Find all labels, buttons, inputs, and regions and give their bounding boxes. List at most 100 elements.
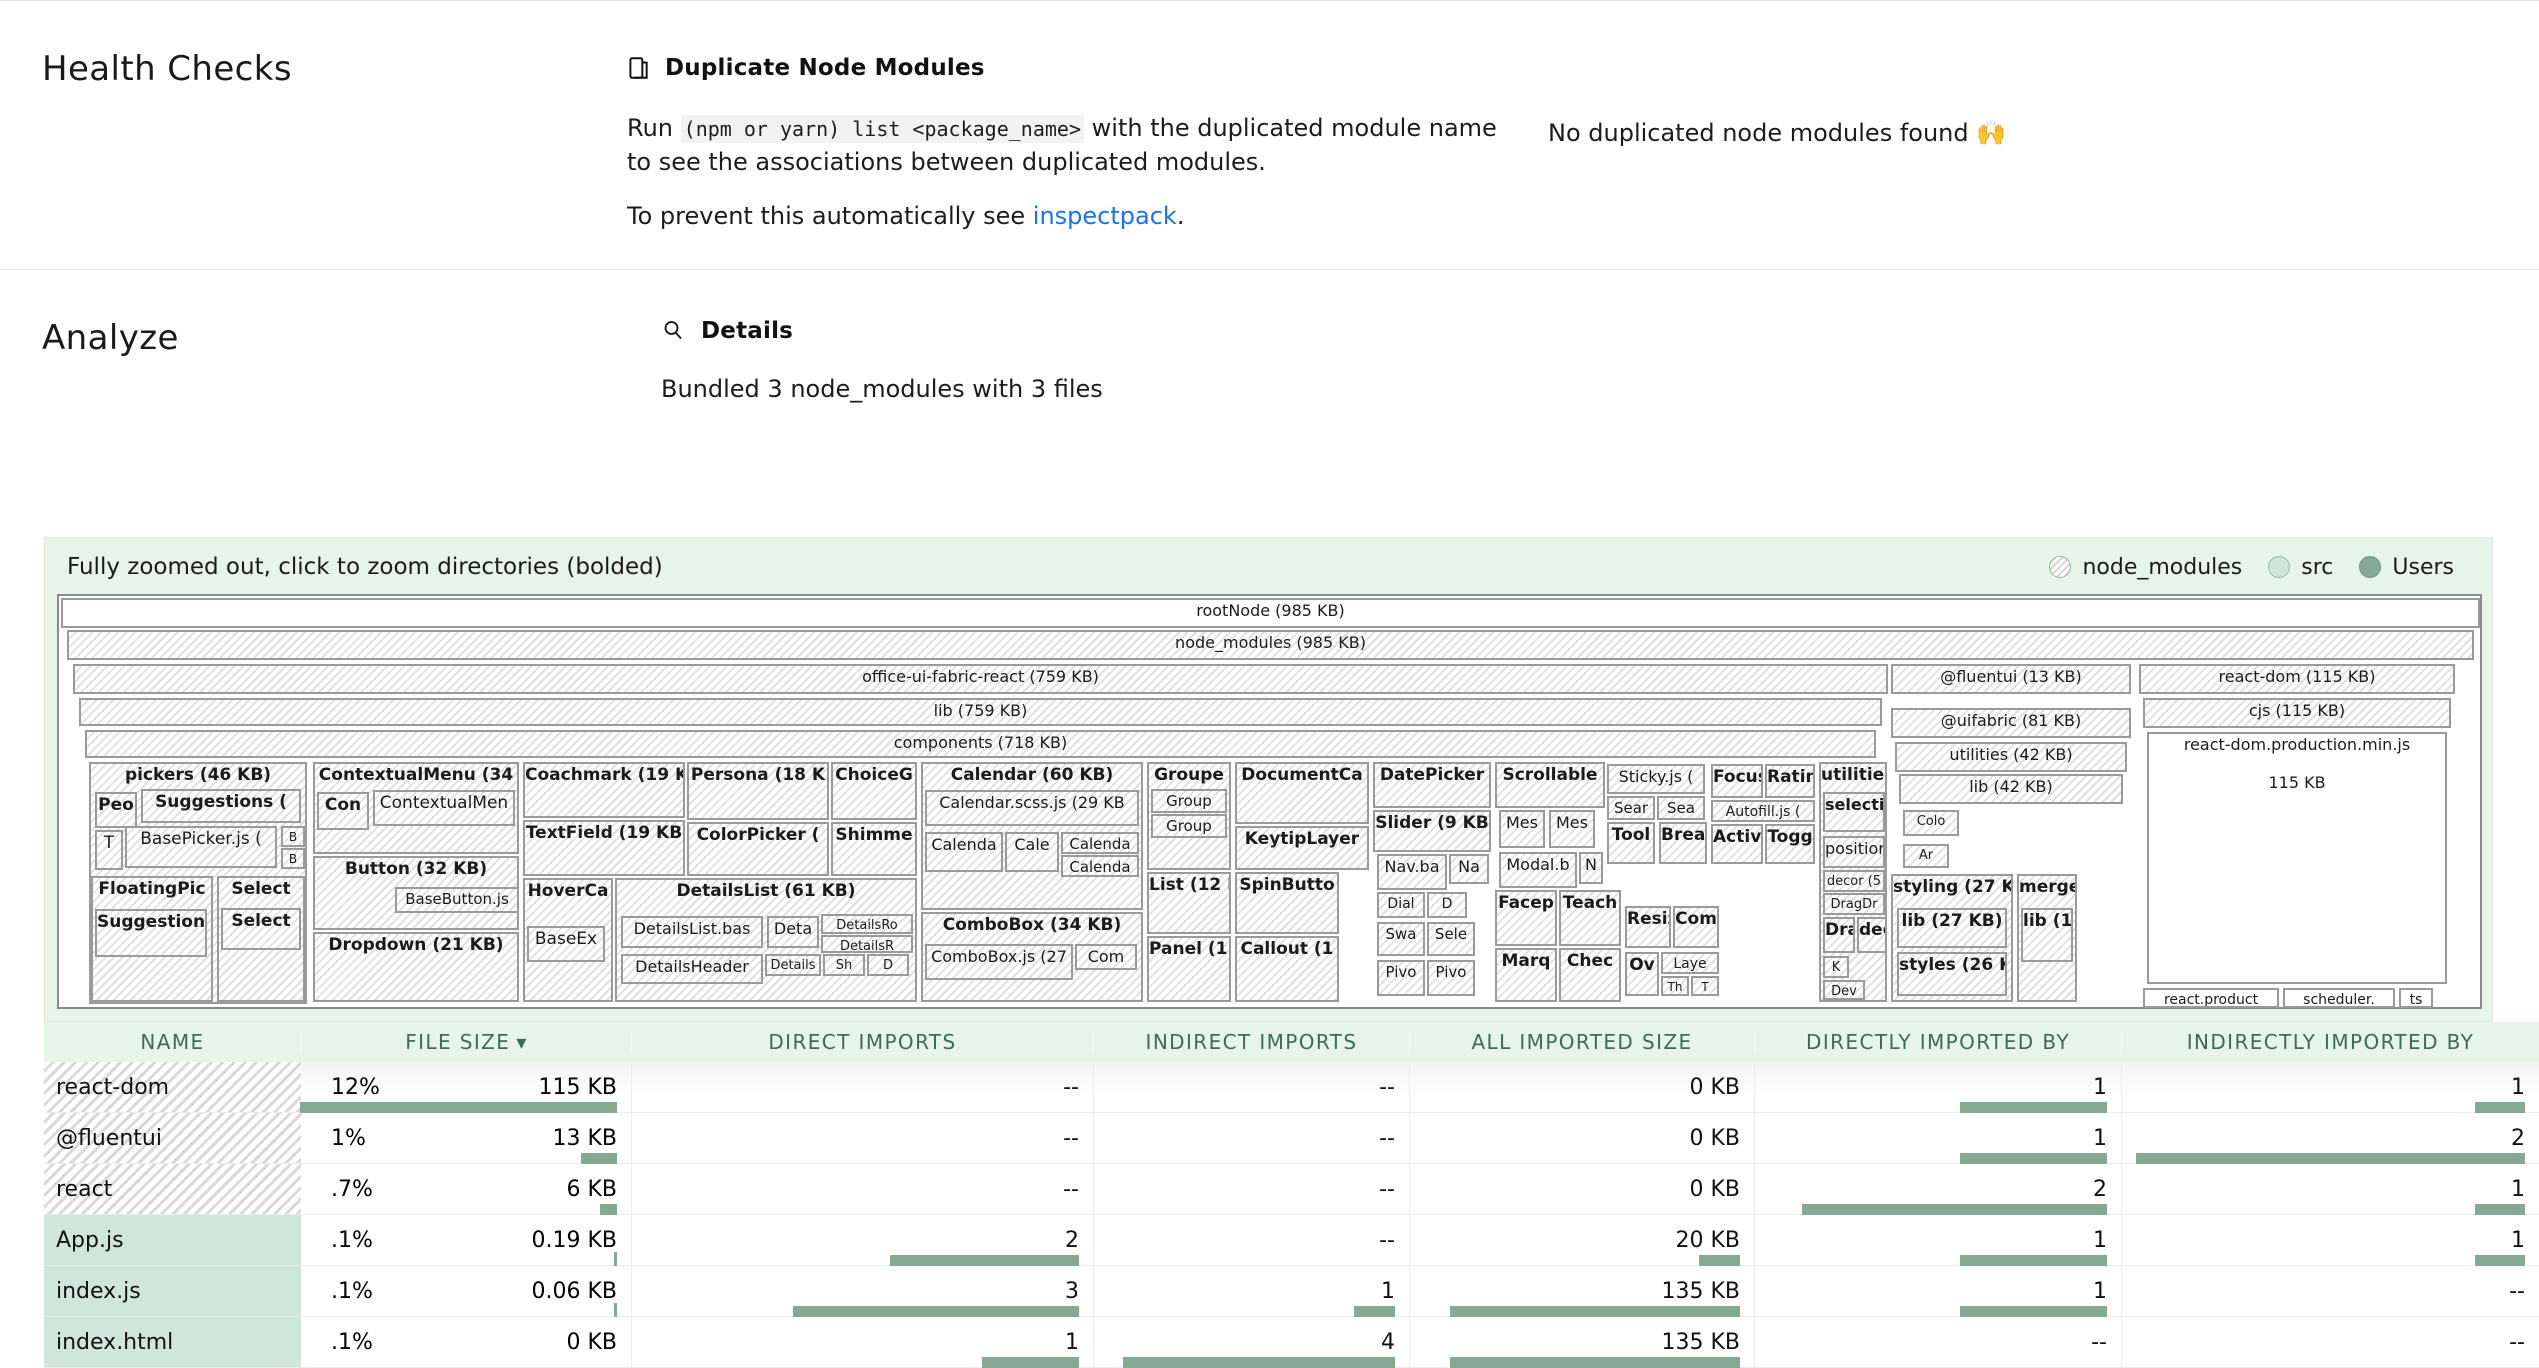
treemap-node[interactable]: N [1579, 852, 1603, 884]
treemap-node[interactable]: Dra [1823, 917, 1855, 953]
table-row[interactable]: @fluentui 1% 13 KB -- -- 0 KB 1 2 [44, 1113, 2539, 1164]
treemap-node[interactable]: decor (5 [1823, 870, 1885, 892]
table-header-file_size[interactable]: FILE SIZE ▾ [301, 1032, 631, 1052]
treemap-node[interactable]: Select [221, 908, 301, 950]
treemap-node[interactable]: Shimme [831, 822, 917, 876]
treemap-node[interactable]: Autofill.js ( [1711, 800, 1815, 822]
treemap-node[interactable]: Com [1673, 906, 1719, 948]
treemap-node[interactable]: Togg [1765, 824, 1815, 864]
treemap-node[interactable]: cjs (115 KB) [2143, 698, 2451, 728]
treemap-node[interactable]: DetailsR [821, 935, 913, 953]
treemap-node[interactable]: ColorPicker ( [687, 822, 829, 876]
treemap-node[interactable]: T [95, 830, 123, 870]
treemap-node[interactable]: Group [1151, 789, 1227, 813]
treemap-node[interactable]: Calenda [925, 832, 1003, 872]
treemap-node[interactable]: Con [317, 792, 369, 830]
table-header-all_imported_size[interactable]: ALL IMPORTED SIZE [1409, 1032, 1754, 1052]
treemap-node[interactable]: Mes [1549, 810, 1595, 848]
treemap-canvas[interactable]: rootNode (985 KB) node_modules (985 KB) of… [57, 594, 2482, 1009]
treemap-node[interactable]: Coachmark (19 K [523, 762, 685, 818]
treemap-node[interactable]: Group [1151, 814, 1227, 838]
treemap-node[interactable]: Ov [1625, 952, 1659, 996]
treemap-node[interactable]: Laye [1661, 952, 1719, 974]
table-header-directly_imported_by[interactable]: DIRECTLY IMPORTED BY [1754, 1032, 2121, 1052]
treemap-node[interactable]: selection [1823, 792, 1885, 832]
treemap-node[interactable]: Panel (11 K [1147, 936, 1231, 1002]
treemap-node[interactable]: Cale [1005, 832, 1059, 872]
treemap-node[interactable]: B [281, 848, 305, 869]
table-header-indirectly_imported_by[interactable]: INDIRECTLY IMPORTED BY [2121, 1032, 2539, 1052]
table-row[interactable]: react-dom 12% 115 KB -- -- 0 KB 1 1 [44, 1062, 2539, 1113]
treemap-node[interactable]: Brea [1659, 822, 1707, 864]
treemap-node[interactable]: ChoiceG [831, 762, 917, 820]
treemap-node[interactable]: lib (27 KB) [1897, 908, 2007, 948]
treemap-node[interactable]: dec [1857, 917, 1887, 953]
treemap-node[interactable]: Colo [1903, 810, 1959, 836]
treemap-node[interactable]: Sear [1607, 796, 1655, 820]
treemap-node[interactable]: Resiz [1625, 906, 1671, 948]
treemap-node[interactable]: react-dom (115 KB) [2139, 664, 2455, 694]
treemap-node[interactable]: lib (1( [2021, 908, 2073, 962]
treemap-node[interactable]: Calenda [1061, 832, 1139, 854]
table-row[interactable]: App.js .1% 0.19 KB 2 -- 20 KB 1 1 [44, 1215, 2539, 1266]
treemap-node[interactable]: DetailsRo [821, 914, 913, 934]
treemap-node[interactable]: Calendar.scss.js (29 KB [925, 790, 1139, 826]
treemap-node[interactable]: Pivo [1427, 960, 1475, 996]
treemap-node[interactable]: BaseEx [527, 926, 605, 962]
treemap-node[interactable]: DocumentCa [1235, 762, 1369, 824]
treemap-node[interactable]: K [1823, 956, 1849, 978]
treemap-node[interactable]: KeytipLayer [1235, 826, 1369, 870]
treemap-node[interactable]: B [281, 826, 305, 847]
treemap-node[interactable]: scheduler. [2283, 988, 2395, 1008]
table-row[interactable]: index.html .1% 0 KB 1 4 135 KB -- -- [44, 1317, 2539, 1368]
treemap-node[interactable]: Dial [1377, 892, 1425, 918]
treemap-node[interactable]: Activ [1711, 824, 1763, 864]
treemap-node[interactable]: Slider (9 KB [1373, 810, 1491, 852]
treemap-node[interactable]: Details [765, 954, 821, 976]
treemap-node[interactable]: Dev [1823, 980, 1865, 1000]
treemap-node[interactable]: Sh [823, 954, 865, 976]
treemap-node[interactable]: node_modules (985 KB) [67, 630, 2474, 660]
treemap-node[interactable]: Com [1075, 944, 1137, 970]
treemap-node[interactable]: Scrollable [1495, 762, 1605, 808]
legend-item-Users[interactable]: Users [2359, 555, 2454, 580]
table-header-direct_imports[interactable]: DIRECT IMPORTS [631, 1032, 1093, 1052]
treemap-node[interactable]: Na [1449, 854, 1489, 884]
table-header-name[interactable]: NAME [44, 1032, 301, 1052]
treemap-node[interactable]: Callout (1 [1235, 936, 1339, 1002]
treemap-node[interactable]: Swa [1377, 922, 1425, 956]
inspectpack-link[interactable]: inspectpack [1033, 202, 1177, 230]
treemap-node[interactable]: List (12 KB [1147, 872, 1231, 934]
treemap-node[interactable]: position [1823, 836, 1885, 868]
treemap-node[interactable]: react.product [2143, 988, 2279, 1008]
treemap-node[interactable]: T [1691, 976, 1719, 996]
treemap-node[interactable]: Persona (18 K [687, 762, 829, 820]
treemap-node[interactable]: Sea [1657, 796, 1705, 820]
treemap-node[interactable]: lib (42 KB) [1899, 774, 2123, 804]
treemap-node[interactable]: Dropdown (21 KB) [313, 932, 519, 1002]
table-row[interactable]: index.js .1% 0.06 KB 3 1 135 KB 1 -- [44, 1266, 2539, 1317]
treemap-node[interactable]: Marq [1495, 948, 1557, 1002]
treemap-node[interactable]: Ratin [1765, 764, 1815, 798]
treemap-node[interactable]: TextField (19 KB [523, 820, 685, 876]
treemap-node[interactable]: Sticky.js ( [1607, 764, 1705, 794]
legend-item-node_modules[interactable]: node_modules [2049, 555, 2242, 580]
treemap-node[interactable]: Deta [767, 916, 819, 948]
treemap-node[interactable]: react-dom.production.min.js 115 KB [2147, 732, 2447, 984]
treemap-node[interactable]: DetailsHeader [621, 954, 763, 984]
treemap-node[interactable]: Modal.b [1499, 852, 1577, 888]
treemap-node[interactable]: components (718 KB) [85, 730, 1876, 758]
treemap-node[interactable]: Ar [1903, 844, 1949, 868]
treemap-node[interactable]: DragDr [1823, 893, 1885, 915]
treemap-node[interactable]: Chec [1559, 948, 1621, 1002]
treemap-node[interactable]: DetailsList.bas [621, 916, 763, 948]
treemap-node[interactable]: office-ui-fabric-react (759 KB) [73, 664, 1888, 694]
treemap-node[interactable]: Pivo [1377, 960, 1425, 996]
treemap-node[interactable]: @uifabric (81 KB) [1891, 708, 2131, 738]
treemap-node[interactable]: Focus [1711, 764, 1763, 798]
treemap-node[interactable]: ContextualMen [373, 790, 515, 826]
treemap-node[interactable]: Suggestion [95, 909, 207, 957]
treemap-node[interactable]: D [867, 954, 909, 976]
treemap-node[interactable]: rootNode (985 KB) [61, 598, 2480, 628]
treemap-node[interactable]: Tool [1607, 822, 1655, 864]
